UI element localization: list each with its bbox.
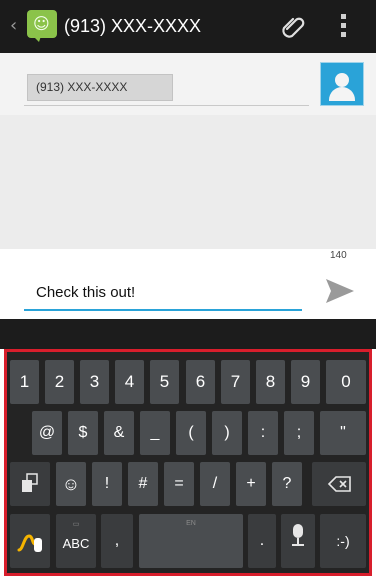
message-input-underline xyxy=(24,309,302,311)
recipient-chip[interactable]: (913) XXX-XXXX xyxy=(27,74,173,101)
conversation-area xyxy=(0,115,376,249)
emoji-key[interactable]: ☺ xyxy=(56,462,86,506)
swype-key[interactable] xyxy=(10,514,50,568)
key-period[interactable]: . xyxy=(248,514,276,568)
key-comma[interactable]: , xyxy=(101,514,133,568)
key-5[interactable]: 5 xyxy=(150,360,179,404)
key-quote[interactable]: " xyxy=(320,411,366,455)
key-equals[interactable]: = xyxy=(164,462,194,506)
key-2[interactable]: 2 xyxy=(45,360,74,404)
emoticon-key[interactable]: :-) xyxy=(320,514,366,568)
messaging-smiley-icon[interactable]: ☺ xyxy=(27,10,57,42)
key-4[interactable]: 4 xyxy=(115,360,144,404)
key-semicolon[interactable]: ; xyxy=(284,411,314,455)
key-dollar[interactable]: $ xyxy=(68,411,98,455)
backspace-key[interactable] xyxy=(312,462,366,506)
key-1[interactable]: 1 xyxy=(10,360,39,404)
key-at[interactable]: @ xyxy=(32,411,62,455)
key-9[interactable]: 9 xyxy=(291,360,320,404)
recipient-field-underline xyxy=(24,105,309,106)
key-question[interactable]: ? xyxy=(272,462,302,506)
key-6[interactable]: 6 xyxy=(186,360,215,404)
space-key[interactable]: EN xyxy=(139,514,243,568)
divider-bar xyxy=(0,319,376,349)
key-3[interactable]: 3 xyxy=(80,360,109,404)
key-colon[interactable]: : xyxy=(248,411,278,455)
key-exclamation[interactable]: ! xyxy=(92,462,122,506)
chevron-left-icon[interactable]: ‹ xyxy=(10,16,17,36)
key-7[interactable]: 7 xyxy=(221,360,250,404)
send-icon[interactable] xyxy=(322,276,356,306)
symbols-page-toggle[interactable] xyxy=(10,462,50,506)
symbols-page-icon xyxy=(22,473,38,492)
abc-key[interactable]: ▭ ABC xyxy=(56,514,96,568)
key-8[interactable]: 8 xyxy=(256,360,285,404)
message-input[interactable]: Check this out! xyxy=(36,284,135,301)
action-bar: ‹ ☺ (913) XXX-XXXX xyxy=(0,0,376,53)
microphone-key[interactable] xyxy=(281,514,315,568)
conversation-title: (913) XXX-XXXX xyxy=(64,16,202,36)
key-0[interactable]: 0 xyxy=(326,360,366,404)
key-plus[interactable]: + xyxy=(236,462,266,506)
swype-icon xyxy=(17,534,42,552)
backspace-icon xyxy=(327,476,351,492)
overflow-menu-icon[interactable] xyxy=(338,14,348,40)
key-close-paren[interactable]: ) xyxy=(212,411,242,455)
character-counter: 140 xyxy=(330,250,347,261)
contact-card-icon[interactable] xyxy=(320,62,364,106)
key-slash[interactable]: / xyxy=(200,462,230,506)
key-ampersand[interactable]: & xyxy=(104,411,134,455)
paperclip-icon[interactable] xyxy=(279,13,307,41)
key-open-paren[interactable]: ( xyxy=(176,411,206,455)
key-hash[interactable]: # xyxy=(128,462,158,506)
smiley-icon: ☺ xyxy=(61,474,81,494)
keyboard: 1 2 3 4 5 6 7 8 9 0 @ $ & _ ( ) : ; " ☺ … xyxy=(4,349,372,576)
key-underscore[interactable]: _ xyxy=(140,411,170,455)
